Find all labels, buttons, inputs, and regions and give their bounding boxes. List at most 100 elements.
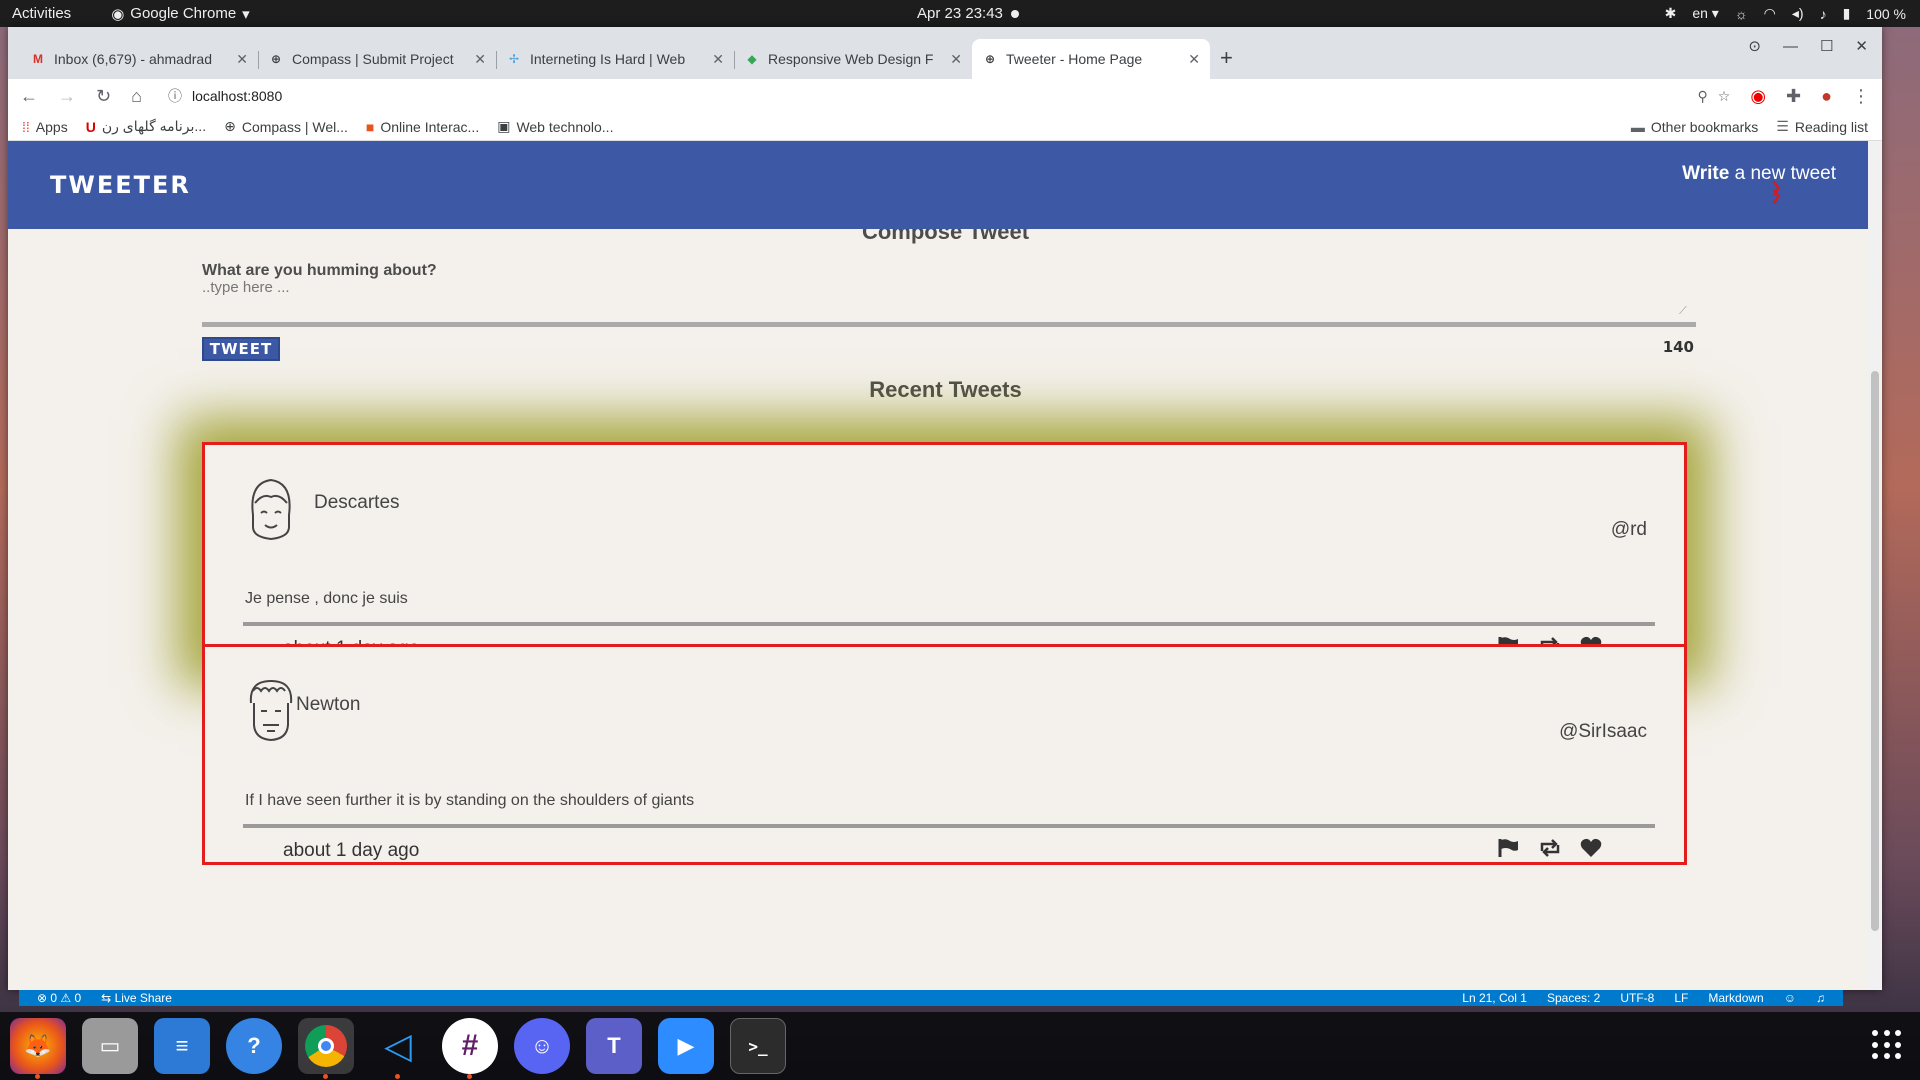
scrollbar-thumb[interactable] [1871, 371, 1879, 931]
zoom-icon[interactable]: ⚲ [1697, 88, 1707, 105]
maximize-button[interactable]: ☐ [1820, 37, 1833, 55]
info-icon[interactable]: ⓘ [168, 86, 182, 106]
bookmark-persian[interactable]: U برنامه گلهای رن... [86, 118, 206, 135]
wifi-icon: ◠ [1763, 5, 1776, 21]
compose-label: What are you humming about? [202, 262, 437, 279]
reading-list[interactable]: ☰ Reading list [1776, 118, 1868, 135]
retweet-icon[interactable] [1538, 839, 1562, 857]
battery-label: 100 % [1866, 5, 1906, 22]
tab-inbox[interactable]: M Inbox (6,679) - ahmadrad ✕ [20, 39, 258, 79]
home-icon[interactable]: ⌂ [131, 86, 142, 107]
encoding[interactable]: UTF-8 [1620, 991, 1654, 1005]
help-icon[interactable]: ? [226, 1018, 282, 1074]
forward-icon[interactable]: → [58, 86, 76, 107]
globe-icon: ⊕ [984, 52, 996, 66]
gmail-icon: M [33, 52, 43, 66]
resize-handle-icon[interactable]: ⟋ [1679, 305, 1687, 318]
firefox-icon[interactable]: 🦊 [10, 1018, 66, 1079]
site-logo[interactable]: TWEETER [50, 171, 191, 199]
show-applications-icon[interactable] [1872, 1030, 1902, 1060]
write-tweet-toggle[interactable]: Write a new tweet [1682, 163, 1836, 185]
tweet-actions [1498, 838, 1602, 858]
new-tab-button[interactable]: + [1220, 45, 1233, 71]
bookmark-online-interactive[interactable]: ■ Online Interac... [366, 119, 479, 135]
indentation[interactable]: Spaces: 2 [1547, 991, 1600, 1005]
microphone-icon: ♪ [1819, 5, 1827, 22]
text-editor-icon[interactable]: ≡ [154, 1018, 210, 1074]
back-icon[interactable]: ← [20, 86, 38, 107]
tab-interneting[interactable]: ✢ Interneting Is Hard | Web ✕ [496, 39, 734, 79]
menu-kebab-icon[interactable]: ⋮ [1852, 86, 1870, 107]
bookmark-compass[interactable]: ⊕ Compass | Wel... [224, 118, 348, 135]
page-viewport: TWEETER Write a new tweet ❯ ❯ Compose Twe… [8, 141, 1882, 990]
system-tray[interactable]: ✱ en ▾ ☼ ◠ ◂) ♪ ▮ 100 % [1665, 5, 1906, 22]
tab-search-icon[interactable]: ⊙ [1748, 37, 1761, 55]
tab-responsive[interactable]: ◆ Responsive Web Design F ✕ [734, 39, 972, 79]
double-chevron-down-icon[interactable]: ❯ ❯ [1770, 180, 1782, 202]
close-tab-icon[interactable]: ✕ [950, 51, 962, 68]
tweet-submit-button[interactable]: TWEET [202, 337, 280, 361]
clock[interactable]: Apr 23 23:43 [917, 5, 1019, 22]
url-text: localhost:8080 [191, 88, 283, 104]
vscode-icon[interactable]: ◁ [370, 1018, 426, 1079]
tab-title: Tweeter - Home Page [1006, 51, 1143, 67]
close-tab-icon[interactable]: ✕ [1188, 51, 1200, 68]
terminal-icon[interactable]: >_ [730, 1018, 786, 1074]
write-label-rest: a new tweet [1734, 163, 1836, 184]
extensions-icon[interactable]: ✚ [1786, 86, 1801, 107]
line-ending[interactable]: LF [1674, 991, 1688, 1005]
tab-compass[interactable]: ⊕ Compass | Submit Project ✕ [258, 39, 496, 79]
discord-icon[interactable]: ☺ [514, 1018, 570, 1074]
live-share-button[interactable]: ⇆ Live Share [101, 991, 172, 1005]
tab-title: Interneting Is Hard | Web [530, 51, 686, 67]
opera-extension-icon[interactable]: ◉ [1750, 86, 1766, 107]
close-tab-icon[interactable]: ✕ [474, 51, 486, 68]
tweet-card: Newton @SirIsaac If I have seen further … [202, 644, 1687, 865]
language-indicator[interactable]: en ▾ [1692, 5, 1719, 22]
compass-icon: ⊕ [224, 118, 236, 134]
tab-title: Compass | Submit Project [292, 51, 454, 67]
bookmark-apps[interactable]: ⁞⁞ Apps [22, 119, 68, 135]
google-icon: ◆ [747, 52, 757, 66]
flag-icon[interactable] [1498, 838, 1520, 858]
tweet-textarea[interactable]: ..type here ... [202, 279, 1686, 315]
site-navbar: TWEETER Write a new tweet ❯ ❯ [8, 141, 1868, 229]
other-bookmarks[interactable]: ▬ Other bookmarks [1631, 119, 1758, 135]
bookmark-favicon: ▣ [497, 118, 511, 134]
reading-list-icon: ☰ [1776, 118, 1789, 134]
activities-button[interactable]: Activities [12, 5, 71, 22]
slack-icon[interactable]: # [442, 1018, 498, 1079]
problems-indicator[interactable]: ⊗ 0 ⚠ 0 [37, 991, 81, 1005]
chrome-icon[interactable] [298, 1018, 354, 1079]
cursor-position[interactable]: Ln 21, Col 1 [1462, 991, 1527, 1005]
write-label-bold: Write [1682, 163, 1730, 184]
app-menu[interactable]: ◉ Google Chrome ▾ [111, 5, 250, 23]
bookmark-web-technologies[interactable]: ▣ Web technolo... [497, 118, 613, 135]
notifications-bell-icon[interactable]: ♫ [1816, 991, 1825, 1005]
close-window-button[interactable]: ✕ [1855, 37, 1868, 55]
page-scrollbar[interactable] [1868, 141, 1882, 990]
reload-icon[interactable]: ↻ [96, 86, 111, 107]
minimize-button[interactable]: — [1783, 38, 1798, 55]
heart-icon[interactable] [1580, 838, 1602, 858]
bookmark-star-icon[interactable]: ☆ [1718, 88, 1731, 105]
recent-tweets-title: Recent Tweets [869, 377, 1022, 402]
feedback-icon[interactable]: ☺ [1784, 991, 1796, 1005]
profile-avatar[interactable]: ● [1821, 86, 1832, 107]
zoom-icon[interactable]: ▶ [658, 1018, 714, 1074]
files-icon[interactable]: ▭ [82, 1018, 138, 1074]
tweet-author-handle: @rd [1610, 519, 1647, 540]
language-mode[interactable]: Markdown [1708, 991, 1763, 1005]
tab-tweeter[interactable]: ⊕ Tweeter - Home Page ✕ [972, 39, 1210, 79]
vscode-status-bar: ⊗ 0 ⚠ 0 ⇆ Live Share Ln 21, Col 1 Spaces… [19, 990, 1843, 1006]
teams-icon[interactable]: T [586, 1018, 642, 1074]
tweet-text: If I have seen further it is by standing… [245, 792, 695, 809]
character-counter: 140 [1662, 338, 1694, 356]
address-bar[interactable]: ⓘ localhost:8080 ⚲ ☆ [161, 82, 1731, 110]
interneting-icon: ✢ [508, 52, 520, 66]
chrome-icon: ◉ [111, 5, 125, 23]
close-tab-icon[interactable]: ✕ [712, 51, 724, 68]
close-tab-icon[interactable]: ✕ [236, 51, 248, 68]
slack-tray-icon[interactable]: ✱ [1665, 5, 1677, 22]
tweet-author-name: Descartes [314, 492, 400, 513]
